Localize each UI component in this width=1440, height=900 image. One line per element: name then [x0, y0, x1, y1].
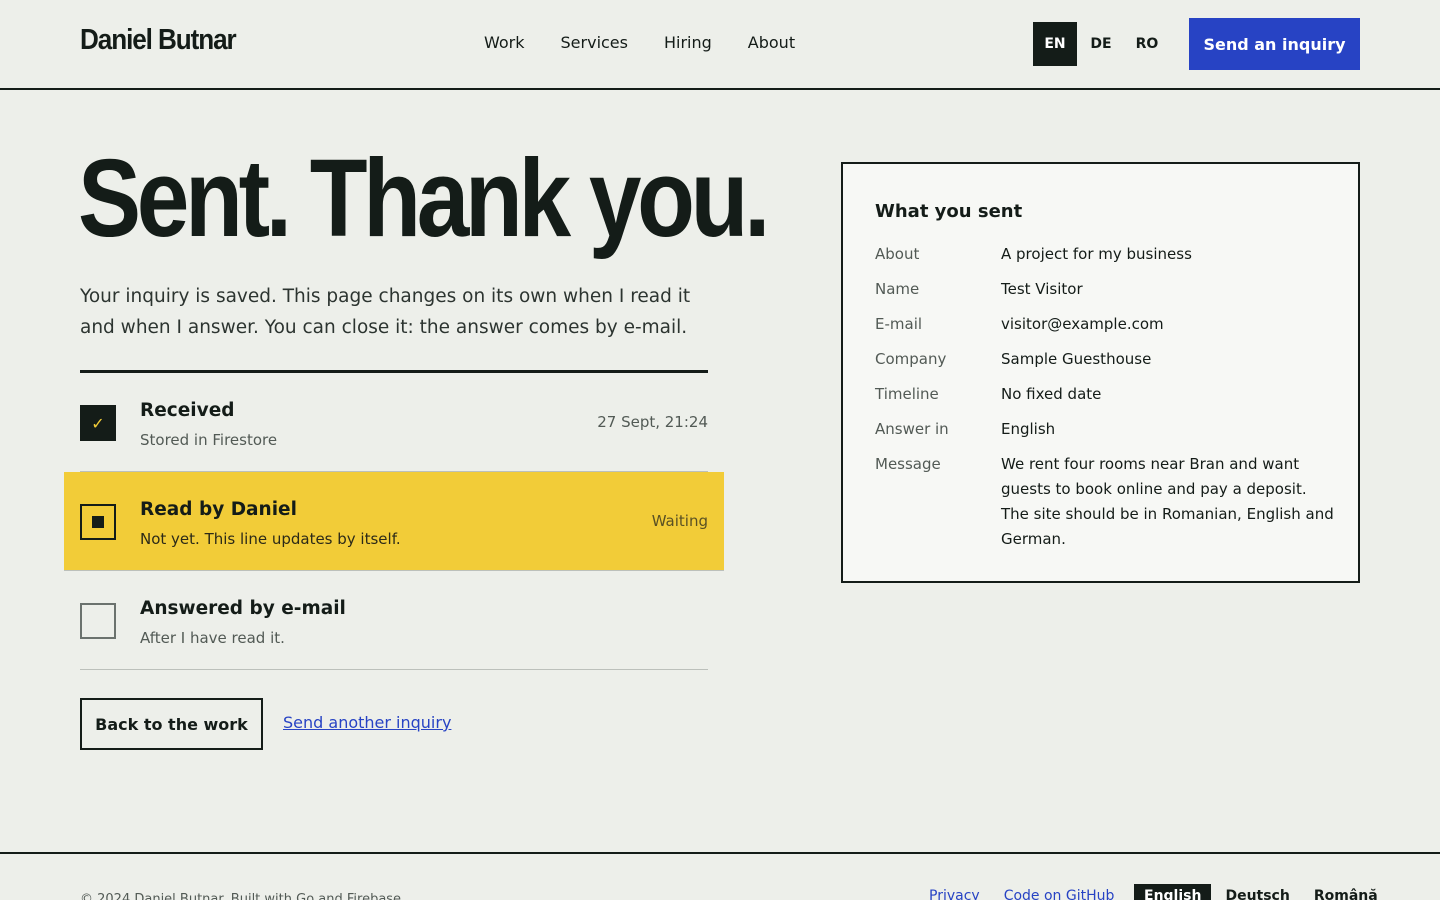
lang-button-ro[interactable]: RO — [1125, 22, 1169, 66]
summary-row-message: Message We rent four rooms near Bran and… — [875, 452, 1335, 552]
summary-row-timeline: Timeline No fixed date — [875, 382, 1335, 407]
step-received: ✓ Received Stored in Firestore 27 Sept, … — [80, 373, 708, 472]
nav-link-services[interactable]: Services — [561, 33, 628, 52]
step-title: Received — [140, 400, 235, 421]
copyright-text: © 2024 Daniel Butnar. Built with Go and … — [80, 892, 406, 900]
step-answered: Answered by e-mail After I have read it. — [80, 571, 708, 670]
row-value: No fixed date — [1001, 385, 1102, 403]
step-subtitle: Not yet. This line updates by itself. — [140, 530, 401, 548]
step-subtitle: Stored in Firestore — [140, 431, 278, 449]
nav-link-hiring[interactable]: Hiring — [664, 33, 712, 52]
github-link[interactable]: Code on GitHub — [1004, 888, 1115, 900]
summary-row-answer-language: Answer in English — [875, 417, 1335, 442]
summary-card: What you sent About A project for my bus… — [841, 162, 1360, 583]
main-nav: Work Services Hiring About — [484, 33, 831, 52]
step-title: Read by Daniel — [140, 499, 297, 520]
row-label: About — [875, 245, 920, 263]
row-label: Company — [875, 350, 947, 368]
empty-checkbox-icon — [80, 603, 116, 639]
footer-lang-romana[interactable]: Română — [1304, 884, 1388, 900]
language-switcher: EN DE RO — [1033, 22, 1171, 66]
row-value: Test Visitor — [1001, 280, 1083, 298]
brand-logo[interactable]: Daniel Butnar — [80, 24, 237, 57]
row-value: visitor@example.com — [1001, 315, 1164, 333]
nav-link-about[interactable]: About — [748, 33, 795, 52]
footer-links: Privacy Code on GitHub — [929, 888, 1138, 900]
summary-row-email: E-mail visitor@example.com — [875, 312, 1335, 337]
row-value: We rent four rooms near Bran and want gu… — [1001, 455, 1334, 548]
step-read: Read by Daniel Not yet. This line update… — [64, 472, 724, 571]
summary-title: What you sent — [875, 201, 1023, 222]
nav-link-work[interactable]: Work — [484, 33, 525, 52]
row-label: Name — [875, 280, 920, 298]
step-timestamp: 27 Sept, 21:24 — [597, 413, 708, 431]
footer-lang-english[interactable]: English — [1134, 884, 1212, 900]
send-inquiry-button[interactable]: Send an inquiry — [1189, 18, 1360, 70]
step-status: Waiting — [651, 512, 708, 530]
row-label: Timeline — [875, 385, 939, 403]
summary-row-about: About A project for my business — [875, 242, 1335, 267]
row-label: Answer in — [875, 420, 949, 438]
back-to-work-button[interactable]: Back to the work — [80, 698, 263, 750]
row-value: English — [1001, 420, 1056, 438]
send-another-inquiry-link[interactable]: Send another inquiry — [283, 713, 451, 732]
footer-language-switcher: English Deutsch Română — [1134, 884, 1392, 900]
row-label: Message — [875, 455, 941, 473]
page-title: Sent. Thank you. — [78, 137, 770, 260]
row-value: Sample Guesthouse — [1001, 350, 1152, 368]
status-steps: ✓ Received Stored in Firestore 27 Sept, … — [64, 370, 724, 670]
pending-icon — [80, 504, 116, 540]
lang-button-de[interactable]: DE — [1079, 22, 1123, 66]
site-header: Daniel Butnar Work Services Hiring About… — [0, 0, 1440, 90]
step-title: Answered by e-mail — [140, 598, 346, 619]
step-subtitle: After I have read it. — [140, 629, 285, 647]
intro-text: Your inquiry is saved. This page changes… — [80, 286, 691, 338]
summary-rows: About A project for my business Name Tes… — [875, 242, 1335, 562]
row-value: A project for my business — [1001, 245, 1192, 263]
row-label: E-mail — [875, 315, 923, 333]
summary-row-company: Company Sample Guesthouse — [875, 347, 1335, 372]
check-icon: ✓ — [80, 405, 116, 441]
footer-lang-deutsch[interactable]: Deutsch — [1215, 884, 1299, 900]
summary-row-name: Name Test Visitor — [875, 277, 1335, 302]
privacy-link[interactable]: Privacy — [929, 888, 980, 900]
lang-button-en[interactable]: EN — [1033, 22, 1077, 66]
site-footer: © 2024 Daniel Butnar. Built with Go and … — [0, 852, 1440, 900]
